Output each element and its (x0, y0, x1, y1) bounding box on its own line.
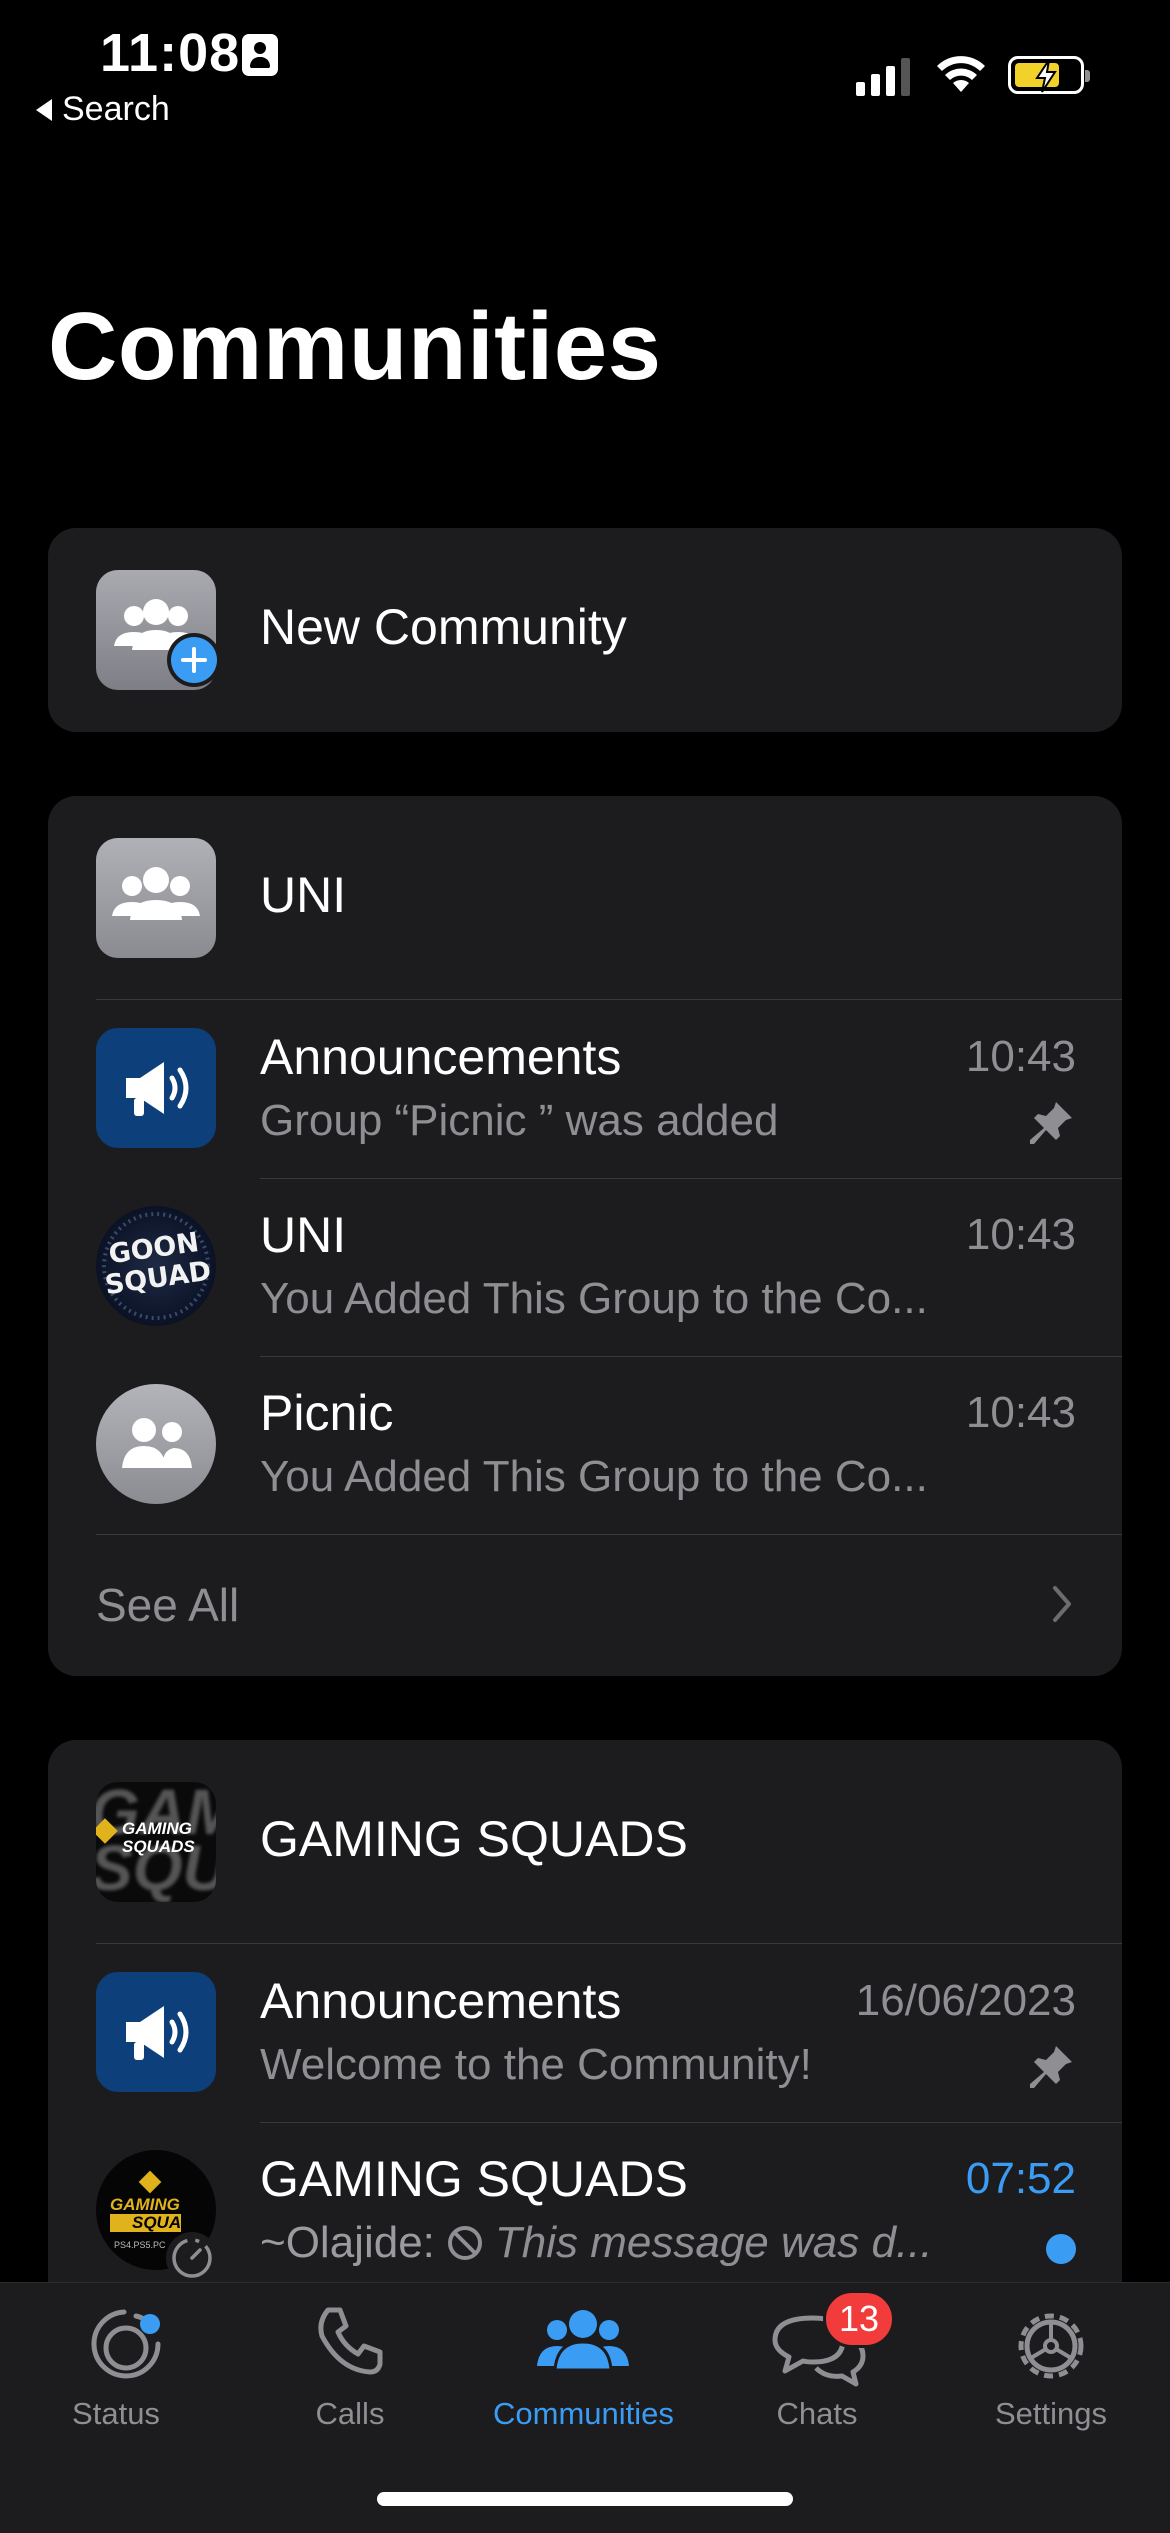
group-time: 10:43 (965, 1032, 1076, 1081)
sender-name: ~Olajide: (260, 2218, 435, 2267)
group-row-picnic[interactable]: Picnic 10:43 You Added This Group to the… (48, 1356, 1122, 1534)
community-name: GAMING SQUADS (260, 1811, 688, 1867)
group-time: 10:43 (965, 1210, 1076, 1259)
group-name: GAMING SQUADS (260, 2151, 688, 2207)
announcements-avatar (96, 1972, 216, 2092)
group-row-gaming-squads[interactable]: GAMING SQUA PS4.PS5.PC GAMING SQUADS 07:5… (48, 2122, 1122, 2300)
home-indicator[interactable] (377, 2492, 793, 2506)
back-arrow-icon (36, 98, 52, 121)
gear-icon (1018, 2313, 1084, 2379)
group-preview: ~Olajide: This message was d... (260, 2218, 933, 2268)
chevron-right-icon (1053, 1586, 1071, 1622)
contact-card-icon (242, 34, 278, 76)
group-row-uni[interactable]: GOON SQUAD UNI 10:43 You Added This Group… (48, 1178, 1122, 1356)
megaphone-icon (126, 2006, 189, 2060)
status-time: 11:08 (100, 23, 241, 83)
uni-group-avatar: GOON SQUAD (96, 1206, 216, 1326)
tab-label: Calls (315, 2396, 385, 2431)
tab-label: Communities (493, 2396, 674, 2431)
deleted-message-icon (447, 2226, 482, 2260)
announcements-avatar (96, 1028, 216, 1148)
tab-label: Chats (776, 2396, 858, 2431)
deleted-message-text: This message was d... (494, 2218, 933, 2267)
community-header-gaming-squads[interactable]: GAMSQU GAMINGSQUADS GAMING SQUADS (48, 1740, 1122, 1944)
back-label: Search (62, 90, 170, 128)
phone-icon (318, 2307, 383, 2375)
group-name: Announcements (260, 1973, 622, 2029)
status-icon (91, 2309, 161, 2379)
group-name: Picnic (260, 1385, 394, 1441)
back-to-search-link[interactable]: Search (36, 90, 170, 129)
tab-label: Status (72, 2396, 160, 2431)
new-community-label: New Community (260, 599, 627, 655)
page-title: Communities (48, 293, 662, 400)
chats-unread-badge: 13 (823, 2290, 895, 2348)
community-card-gaming-squads: GAMSQU GAMINGSQUADS GAMING SQUADS Announ… (48, 1740, 1122, 2300)
cellular-signal-icon (856, 56, 910, 96)
plus-badge-icon (167, 633, 221, 687)
group-icon (112, 867, 200, 920)
disappearing-timer-icon (166, 2232, 218, 2284)
group-icon (122, 1418, 192, 1468)
group-row-announcements[interactable]: Announcements 16/06/2023 Welcome to the … (48, 1944, 1122, 2122)
community-name: UNI (260, 867, 347, 923)
pin-icon (1030, 2046, 1072, 2088)
group-time-unread: 07:52 (965, 2154, 1076, 2203)
gaming-community-avatar: GAMSQU GAMINGSQUADS (96, 1782, 216, 1902)
community-avatar (96, 838, 216, 958)
community-header-uni[interactable]: UNI (48, 796, 1122, 1000)
unread-dot (1046, 2234, 1076, 2264)
pin-icon (1030, 1102, 1072, 1144)
community-card-uni: UNI Announcements 10:43 Group “Picnic ” … (48, 796, 1122, 1676)
group-time: 16/06/2023 (855, 1976, 1076, 2025)
group-preview: Group “Picnic ” was added (260, 1096, 779, 1145)
group-time: 10:43 (965, 1388, 1076, 1437)
see-all-button[interactable]: See All (48, 1534, 1122, 1676)
picnic-group-avatar (96, 1384, 216, 1504)
new-community-button[interactable]: New Community (48, 528, 1122, 732)
group-name: Announcements (260, 1029, 622, 1085)
group-preview: Welcome to the Community! (260, 2040, 812, 2089)
group-preview: You Added This Group to the Co... (260, 1452, 928, 1501)
battery-icon (1008, 56, 1090, 94)
see-all-label: See All (96, 1579, 240, 1631)
group-name: UNI (260, 1207, 347, 1263)
group-row-announcements[interactable]: Announcements 10:43 Group “Picnic ” was … (48, 1000, 1122, 1178)
tab-label: Settings (994, 2396, 1107, 2431)
communities-icon (537, 2310, 629, 2372)
megaphone-icon (126, 1062, 189, 1116)
wifi-icon (937, 56, 985, 92)
group-preview: You Added This Group to the Co... (260, 1274, 928, 1323)
